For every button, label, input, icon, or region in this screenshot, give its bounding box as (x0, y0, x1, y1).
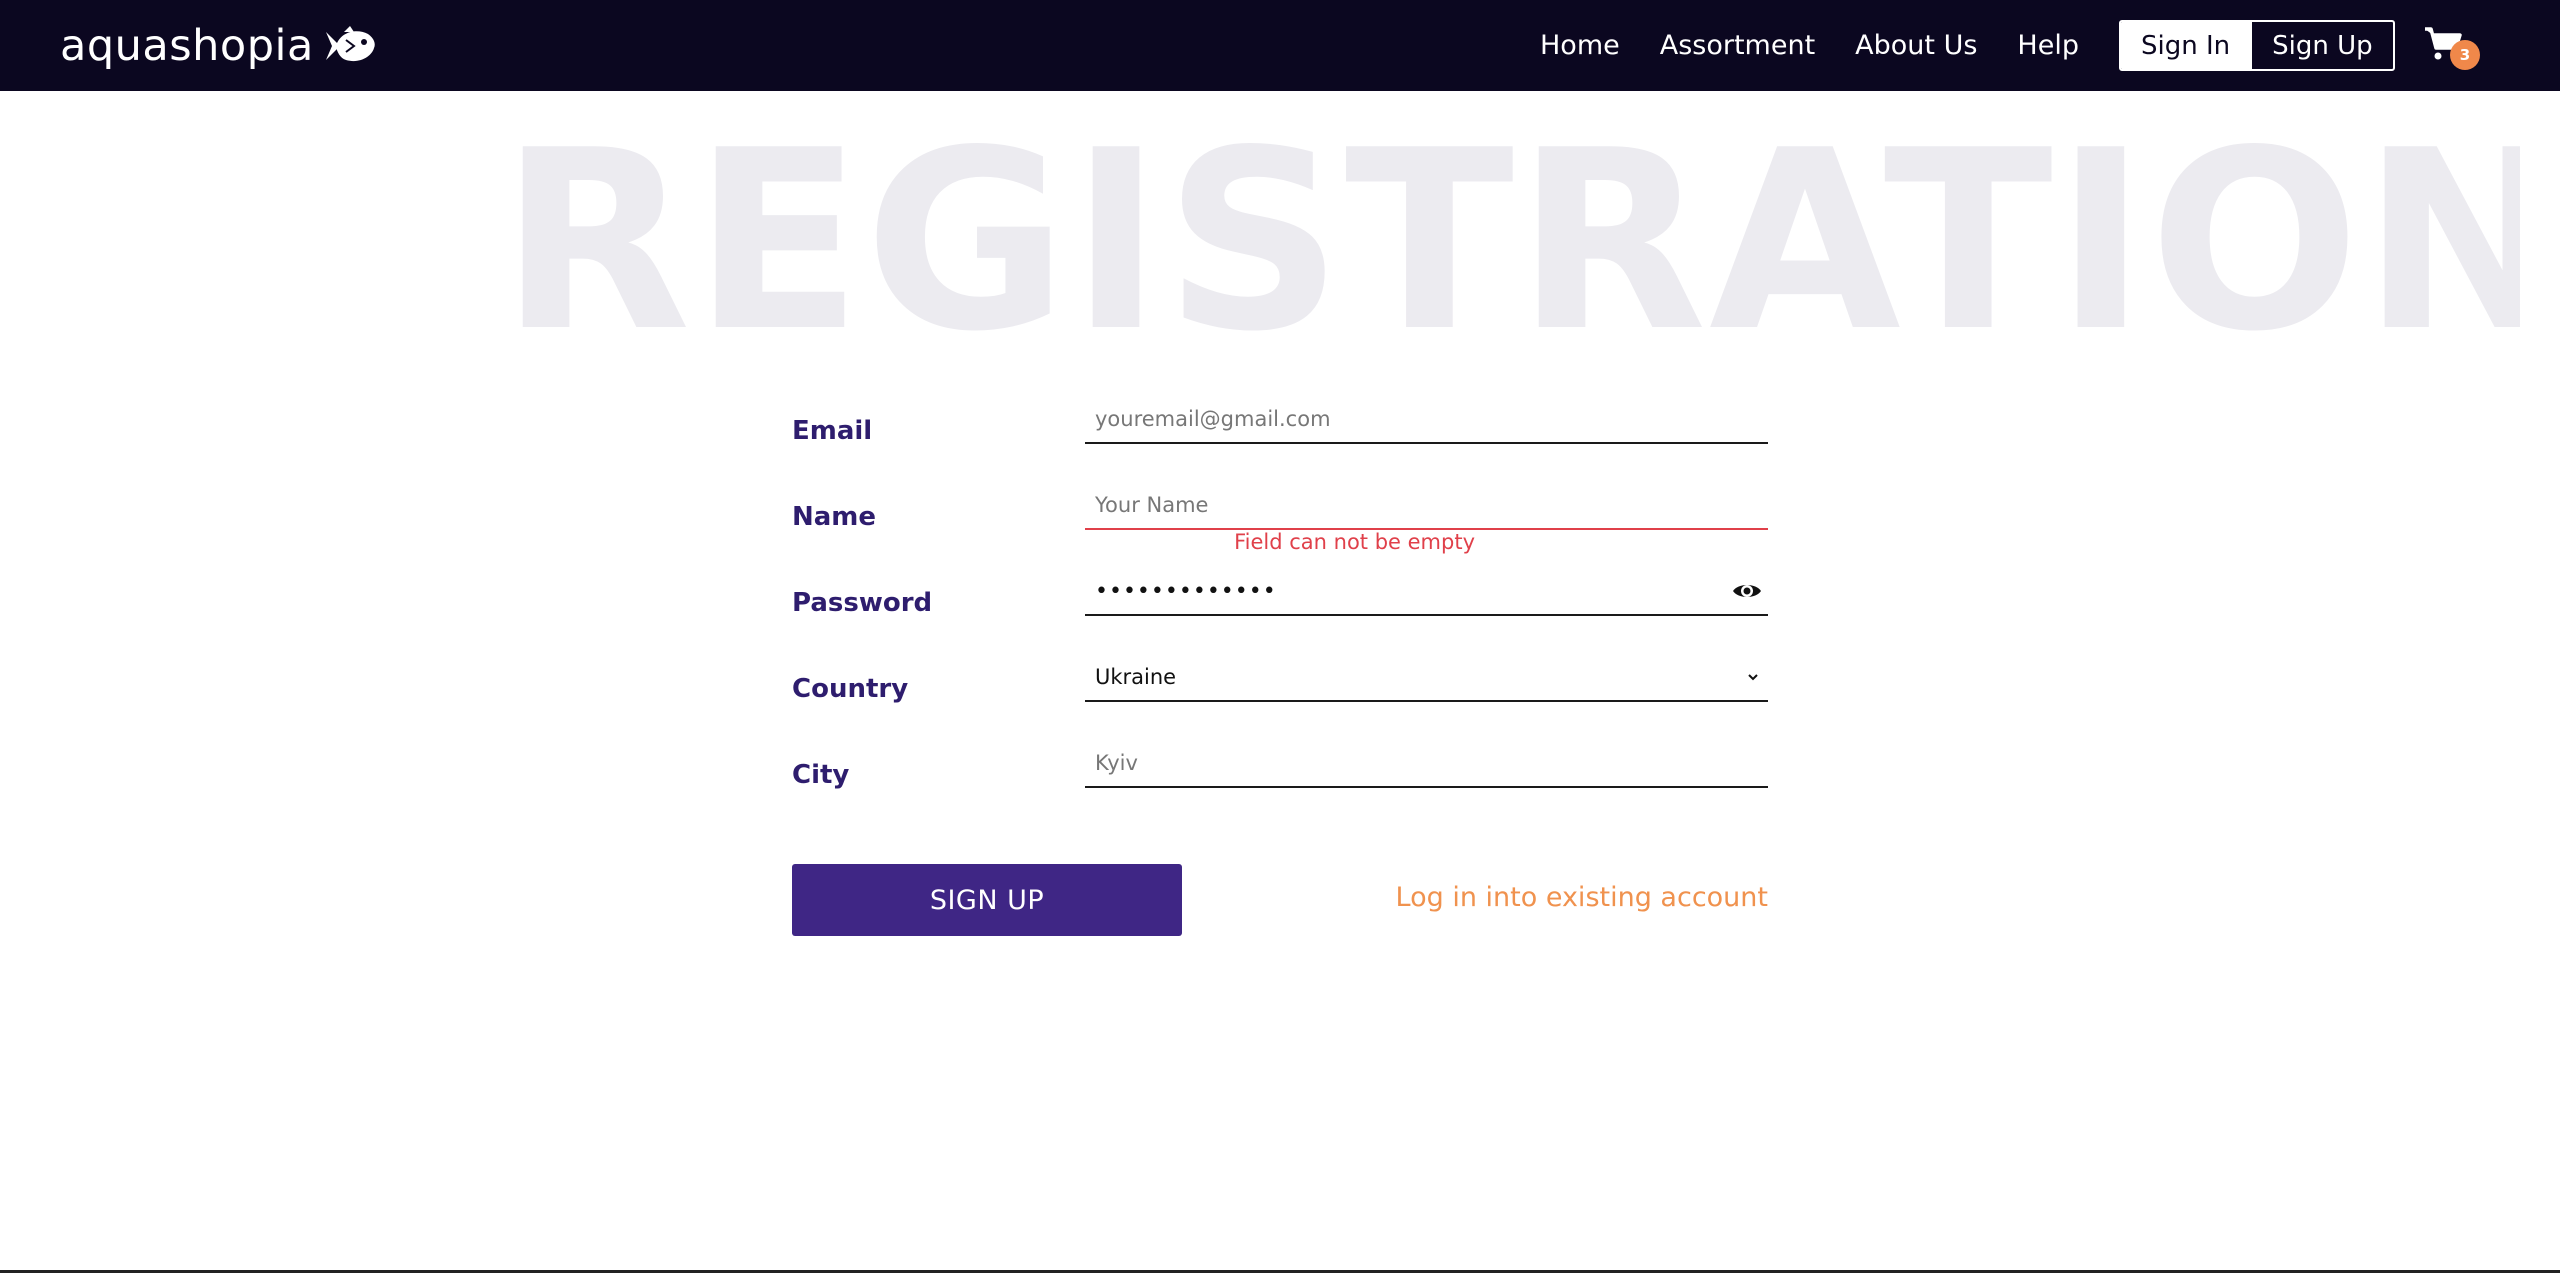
name-label: Name (792, 502, 877, 532)
nav-help[interactable]: Help (2017, 30, 2079, 61)
name-field[interactable] (1085, 482, 1768, 530)
main-nav: Home Assortment About Us Help Sign In Si… (1520, 0, 2395, 91)
nav-home[interactable]: Home (1540, 30, 1620, 61)
email-field[interactable] (1085, 396, 1768, 444)
password-row: Password ••••••••••••• (792, 568, 1768, 628)
cart-count-badge: 3 (2450, 40, 2480, 70)
page-heading: REGISTRATION (500, 112, 2520, 372)
country-label: Country (792, 674, 909, 704)
country-selected-value: Ukraine (1095, 665, 1177, 689)
nav-about-us[interactable]: About Us (1855, 30, 1977, 61)
name-error-message: Field can not be empty (1234, 530, 1475, 554)
eye-icon[interactable] (1732, 580, 1762, 602)
submit-sign-up-button[interactable]: SIGN UP (792, 864, 1182, 936)
sign-in-button[interactable]: Sign In (2120, 22, 2251, 69)
auth-buttons: Sign In Sign Up (2118, 20, 2395, 71)
password-value: ••••••••••••• (1095, 578, 1277, 604)
top-navigation-bar: aquashopia Home Assortment About Us Help… (0, 0, 2560, 91)
city-label: City (792, 760, 850, 790)
password-label: Password (792, 588, 933, 618)
sign-up-button[interactable]: Sign Up (2250, 22, 2393, 69)
email-label: Email (792, 416, 873, 446)
fish-icon (325, 26, 375, 62)
logo-text: aquashopia (60, 21, 314, 71)
nav-assortment[interactable]: Assortment (1660, 30, 1815, 61)
country-select[interactable]: Ukraine (1085, 654, 1768, 702)
password-field[interactable]: ••••••••••••• (1085, 568, 1768, 616)
country-row: Country Ukraine (792, 654, 1768, 714)
chevron-down-icon (1748, 674, 1758, 681)
city-row: City (792, 740, 1768, 800)
login-existing-account-link[interactable]: Log in into existing account (1200, 882, 1768, 913)
email-row: Email (792, 396, 1768, 456)
cart-button[interactable]: 3 (2424, 26, 2480, 72)
logo[interactable]: aquashopia (60, 18, 376, 74)
city-field[interactable] (1085, 740, 1768, 788)
